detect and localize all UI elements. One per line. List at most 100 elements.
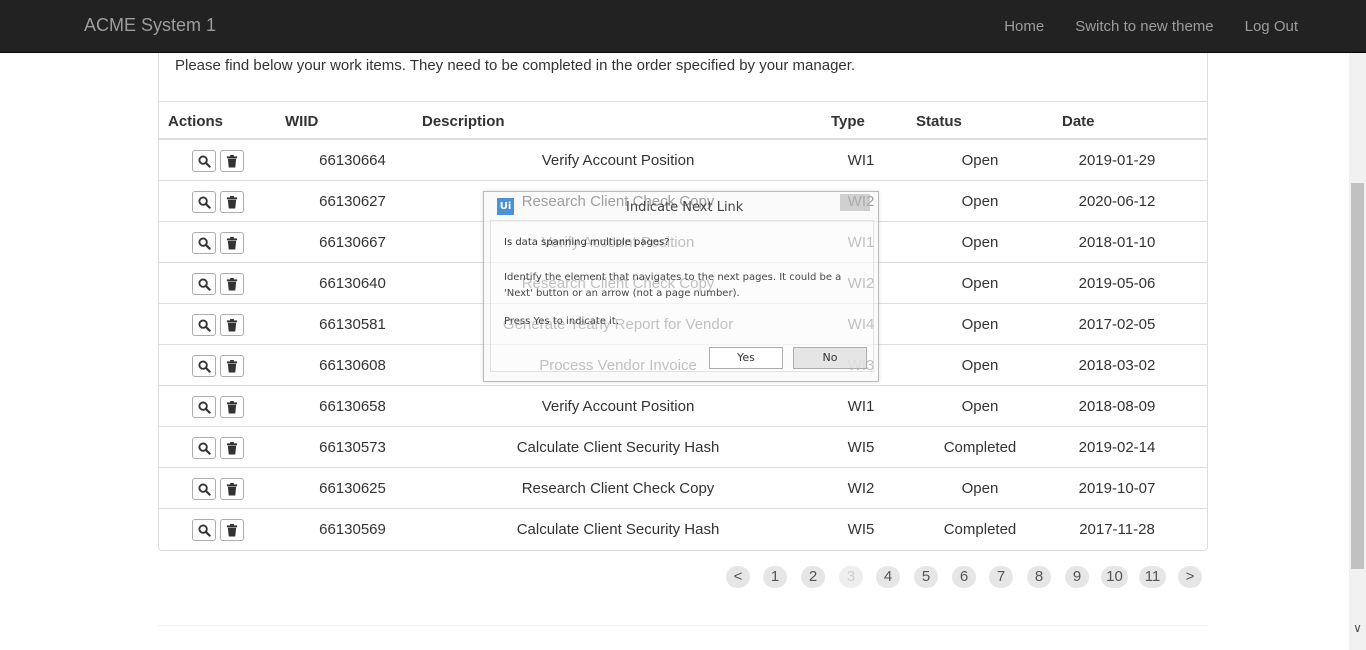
- page-next[interactable]: >: [1178, 566, 1202, 588]
- cell-wiid: 66130627: [319, 193, 386, 210]
- cell-date: 2019-01-29: [1078, 152, 1156, 169]
- header-actions: Actions: [168, 113, 224, 130]
- cell-date: 2019-05-06: [1078, 275, 1156, 292]
- table-header: Actions WIID Description Type Status Dat…: [159, 101, 1207, 140]
- cell-wiid: 66130608: [319, 357, 386, 374]
- delete-button[interactable]: [220, 355, 244, 377]
- page-prev[interactable]: <: [726, 566, 750, 588]
- cell-wiid: 66130573: [319, 439, 386, 456]
- trash-icon: [226, 318, 238, 332]
- view-button[interactable]: [192, 191, 216, 213]
- dialog-close-button[interactable]: [840, 194, 870, 211]
- nav-links: Home Switch to new theme Log Out: [973, 0, 1298, 53]
- view-button[interactable]: [192, 355, 216, 377]
- delete-button[interactable]: [220, 191, 244, 213]
- header-date: Date: [1062, 113, 1095, 130]
- cell-date: 2018-01-10: [1078, 234, 1156, 251]
- view-button[interactable]: [192, 437, 216, 459]
- dialog-instructions-line-2: 'Next' button or an arrow (not a page nu…: [504, 288, 740, 299]
- delete-button[interactable]: [220, 273, 244, 295]
- header-description: Description: [422, 113, 505, 130]
- cell-status: Open: [961, 275, 999, 292]
- cell-status: Open: [961, 480, 999, 497]
- page-3-active[interactable]: 3: [839, 566, 863, 588]
- view-button[interactable]: [192, 478, 216, 500]
- cell-wiid: 66130664: [319, 152, 386, 169]
- page-7[interactable]: 7: [989, 566, 1013, 588]
- app-brand[interactable]: ACME System 1: [84, 15, 216, 36]
- top-navbar: ACME System 1 Home Switch to new theme L…: [0, 0, 1366, 53]
- cell-status: Completed: [943, 439, 1017, 456]
- cell-wiid: 66130667: [319, 234, 386, 251]
- delete-button[interactable]: [220, 396, 244, 418]
- delete-button[interactable]: [220, 437, 244, 459]
- cell-description: Verify Account Position: [541, 398, 695, 415]
- cell-description: Calculate Client Security Hash: [516, 439, 720, 456]
- trash-icon: [226, 482, 238, 496]
- delete-button[interactable]: [220, 478, 244, 500]
- cell-status: Open: [961, 152, 999, 169]
- page-11[interactable]: 11: [1139, 566, 1166, 588]
- trash-icon: [226, 195, 238, 209]
- table-row: 66130573 Calculate Client Security Hash WI…: [159, 427, 1207, 468]
- search-icon: [197, 154, 211, 168]
- view-button[interactable]: [192, 232, 216, 254]
- uipath-app-icon: Ui: [497, 198, 514, 215]
- view-button[interactable]: [192, 150, 216, 172]
- cell-description: Research Client Check Copy: [521, 480, 715, 497]
- table-row: 66130658 Verify Account Position WI1 Open 20…: [159, 386, 1207, 427]
- cell-type: WI5: [847, 521, 875, 538]
- view-button[interactable]: [192, 519, 216, 541]
- cell-date: 2019-02-14: [1078, 439, 1156, 456]
- delete-button[interactable]: [220, 150, 244, 172]
- cell-status: Open: [961, 398, 999, 415]
- scroll-down-arrow-icon[interactable]: ∨: [1349, 620, 1366, 637]
- delete-button[interactable]: [220, 519, 244, 541]
- search-icon: [197, 482, 211, 496]
- footer-divider: [158, 625, 1208, 626]
- page-5[interactable]: 5: [914, 566, 938, 588]
- cell-date: 2018-08-09: [1078, 398, 1156, 415]
- cell-status: Completed: [943, 521, 1017, 538]
- scrollbar-thumb[interactable]: [1351, 183, 1364, 569]
- view-button[interactable]: [192, 396, 216, 418]
- dialog-instructions-line-1: Identify the element that navigates to t…: [504, 272, 842, 283]
- dialog-title: Indicate Next Link: [626, 200, 744, 215]
- table-row: 66130664 Verify Account Position WI1 Open 20…: [159, 140, 1207, 181]
- page-8[interactable]: 8: [1027, 566, 1051, 588]
- dialog-no-button[interactable]: No: [793, 347, 867, 369]
- cell-date: 2019-10-07: [1078, 480, 1156, 497]
- page-4[interactable]: 4: [876, 566, 900, 588]
- dialog-instructions: Identify the element that navigates to t…: [504, 270, 864, 302]
- search-icon: [197, 441, 211, 455]
- header-status: Status: [916, 113, 962, 130]
- page-9[interactable]: 9: [1065, 566, 1089, 588]
- search-icon: [197, 400, 211, 414]
- delete-button[interactable]: [220, 232, 244, 254]
- page-6[interactable]: 6: [952, 566, 976, 588]
- page-2[interactable]: 2: [801, 566, 825, 588]
- search-icon: [197, 277, 211, 291]
- nav-link-logout[interactable]: Log Out: [1245, 18, 1298, 35]
- page-1[interactable]: 1: [763, 566, 787, 588]
- dialog-yes-button[interactable]: Yes: [709, 347, 783, 369]
- cell-status: Open: [961, 357, 999, 374]
- cell-wiid: 66130640: [319, 275, 386, 292]
- table-row: 66130569 Calculate Client Security Hash WI…: [159, 509, 1207, 550]
- view-button[interactable]: [192, 273, 216, 295]
- search-icon: [197, 523, 211, 537]
- cell-date: 2017-02-05: [1078, 316, 1156, 333]
- cell-date: 2018-03-02: [1078, 357, 1156, 374]
- cell-description: Calculate Client Security Hash: [516, 521, 720, 538]
- dialog-press-yes-text: Press Yes to indicate it.: [504, 316, 620, 327]
- cell-type: WI5: [847, 439, 875, 456]
- nav-link-home[interactable]: Home: [1004, 18, 1044, 35]
- trash-icon: [226, 441, 238, 455]
- cell-wiid: 66130625: [319, 480, 386, 497]
- trash-icon: [226, 236, 238, 250]
- view-button[interactable]: [192, 314, 216, 336]
- nav-link-switch-theme[interactable]: Switch to new theme: [1075, 18, 1213, 35]
- delete-button[interactable]: [220, 314, 244, 336]
- indicate-next-link-dialog: Ui Indicate Next Link Is data spanning m…: [483, 191, 879, 382]
- page-10[interactable]: 10: [1101, 566, 1128, 588]
